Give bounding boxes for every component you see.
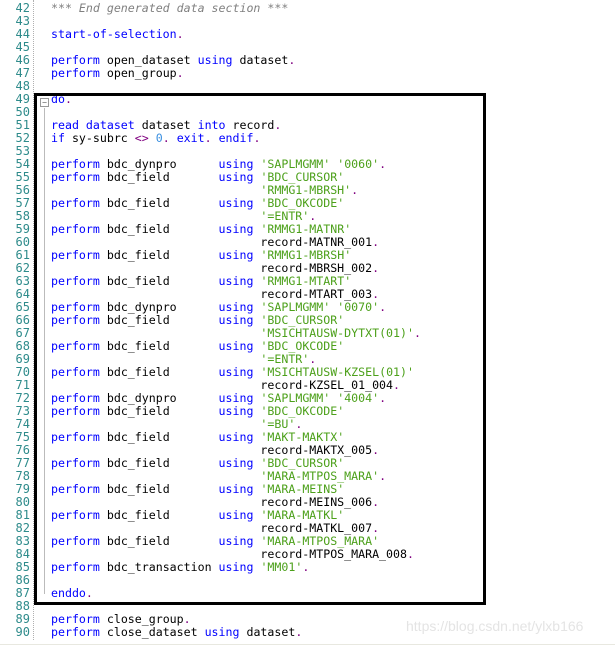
code-line[interactable]: 48 (0, 80, 600, 93)
line-number: 90 (15, 625, 30, 639)
highlight-box (34, 93, 486, 605)
divider (0, 644, 615, 645)
keyword: start-of-selection (51, 27, 177, 41)
fold-guide-line (44, 108, 45, 594)
identifier: dataset (239, 625, 296, 639)
punctuation: . (176, 27, 184, 41)
identifier: open_group (99, 66, 177, 80)
keyword: perform (51, 625, 100, 639)
code-line[interactable]: 47 perform open_group. (0, 67, 600, 80)
code-text: start-of-selection. (51, 28, 184, 41)
code-text: *** End generated data section *** (51, 2, 288, 15)
code-line[interactable]: 42 *** End generated data section *** (0, 2, 600, 15)
identifier: close_group (99, 612, 184, 626)
keyword: perform (51, 53, 100, 67)
identifier: dataset (232, 53, 289, 67)
comment: *** End generated data section *** (51, 1, 289, 15)
identifier: open_dataset (99, 53, 198, 67)
keyword: using (197, 53, 233, 67)
collapse-icon[interactable]: − (40, 98, 49, 107)
code-line[interactable]: 44 start-of-selection. (0, 28, 600, 41)
code-text: perform close_dataset using dataset. (51, 626, 302, 639)
punctuation: . (176, 66, 184, 80)
punctuation: . (183, 612, 191, 626)
punctuation: . (295, 625, 303, 639)
keyword: perform (51, 612, 100, 626)
code-editor[interactable]: 42 *** End generated data section *** 43 44… (0, 0, 615, 640)
identifier: close_dataset (99, 625, 205, 639)
code-text: perform open_group. (51, 67, 184, 80)
keyword: perform (51, 66, 100, 80)
keyword: using (204, 625, 240, 639)
watermark: https://blog.csdn.net/ylxb166 (406, 618, 584, 634)
punctuation: . (288, 53, 296, 67)
